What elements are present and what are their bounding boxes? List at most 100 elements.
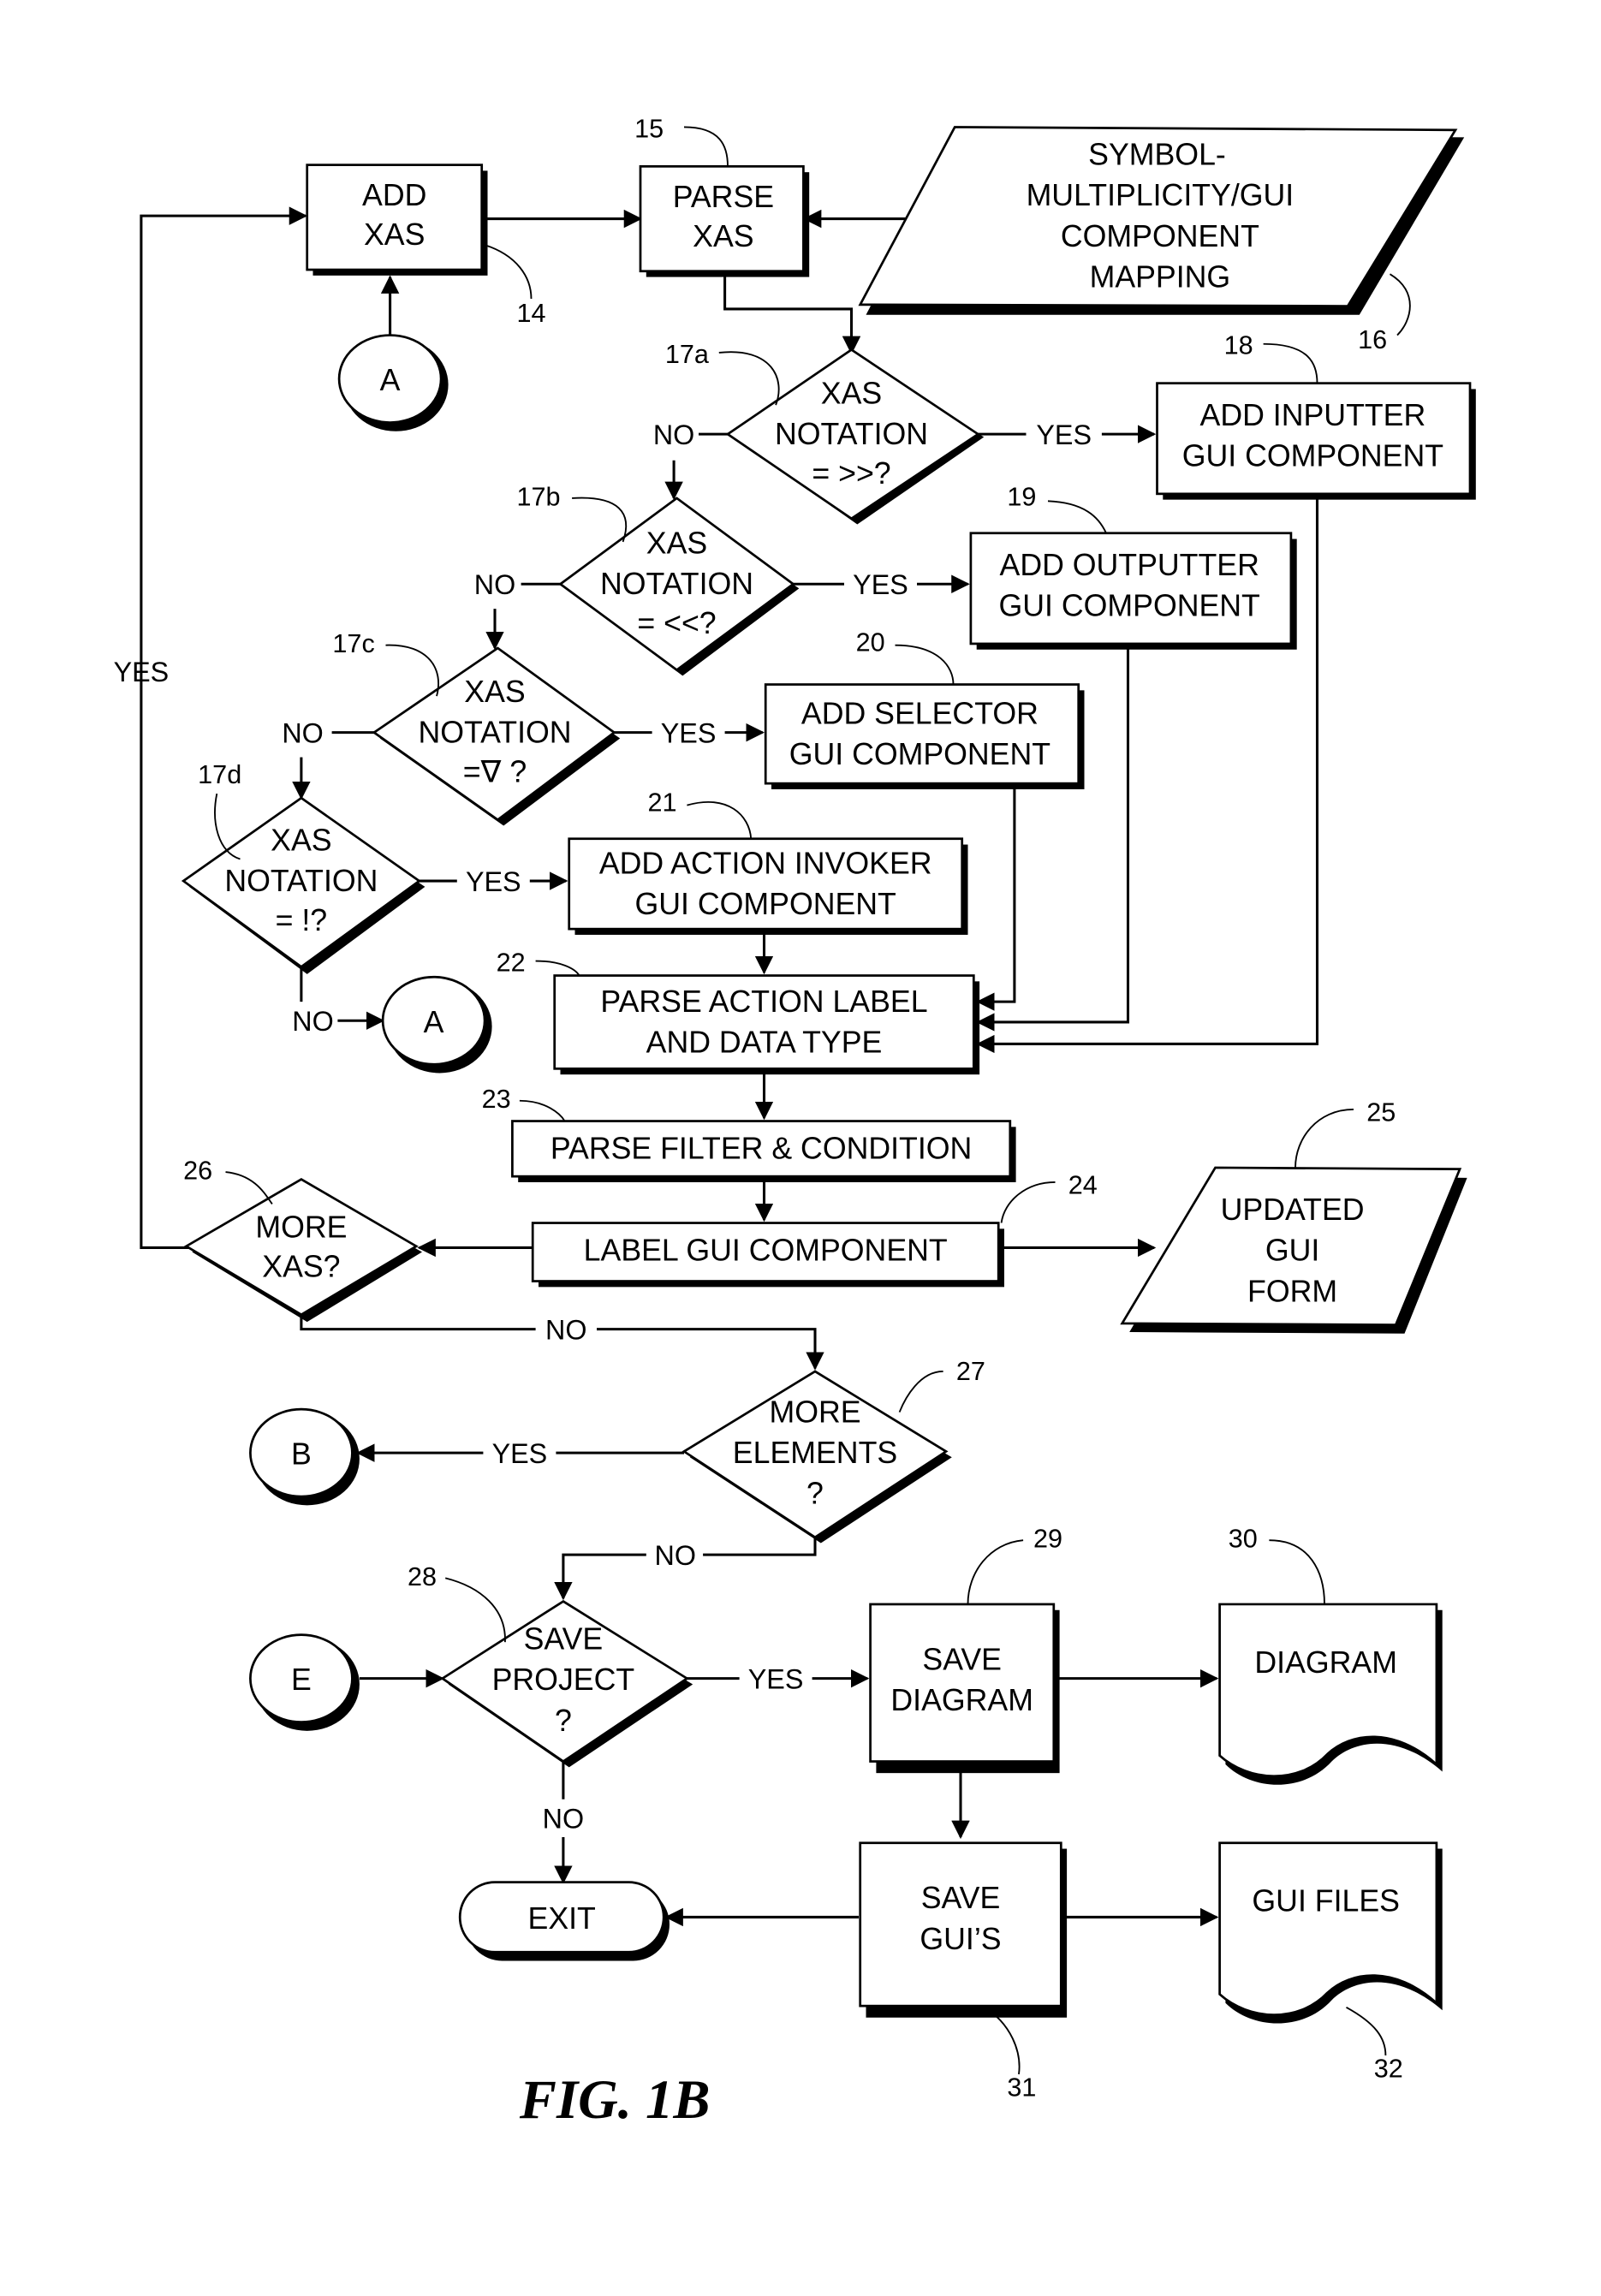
- ref-19: 19: [1007, 482, 1036, 511]
- label-17b-no: NO: [474, 569, 515, 600]
- parse-label-line-1: PARSE ACTION LABEL: [600, 984, 927, 1019]
- ref-28: 28: [408, 1562, 437, 1591]
- ref-22: 22: [497, 948, 526, 977]
- connector-e-label: E: [291, 1663, 312, 1697]
- flowchart: ADD XAS PARSE XAS SYMBOL- MULTIPLICITY/G…: [114, 114, 1476, 2130]
- updated-form-line-2: GUI: [1265, 1234, 1319, 1268]
- decision-save-project[interactable]: SAVE PROJECT ?: [440, 1599, 693, 1768]
- label-more-elements-no: NO: [655, 1540, 696, 1571]
- parse-xas-line-1: PARSE: [673, 180, 774, 214]
- process-parse-filter[interactable]: PARSE FILTER & CONDITION: [511, 1120, 1016, 1182]
- terminator-exit[interactable]: EXIT: [458, 1881, 670, 1961]
- ref-25: 25: [1366, 1098, 1396, 1127]
- dec-17a-line-3: = >>?: [812, 456, 890, 491]
- mapping-line-1: SYMBOL-: [1088, 138, 1226, 172]
- label-17d-yes: YES: [466, 866, 521, 897]
- decision-more-elements[interactable]: MORE ELEMENTS ?: [681, 1370, 952, 1544]
- connector-a-bottom[interactable]: A: [381, 975, 492, 1074]
- label-gui-label: LABEL GUI COMPONENT: [584, 1234, 948, 1268]
- save-guis-line-1: SAVE: [921, 1881, 1001, 1915]
- dec-17a-line-1: XAS: [821, 376, 882, 410]
- ref-20: 20: [856, 628, 885, 657]
- outputter-line-1: ADD OUTPUTTER: [1000, 548, 1259, 582]
- ref-24: 24: [1068, 1171, 1098, 1200]
- dec-17b-line-2: NOTATION: [600, 567, 753, 601]
- decision-17c[interactable]: XAS NOTATION =∇ ?: [372, 646, 621, 826]
- connector-b-label: B: [291, 1437, 312, 1472]
- process-add-action-invoker[interactable]: ADD ACTION INVOKER GUI COMPONENT: [568, 837, 968, 935]
- decision-17d[interactable]: XAS NOTATION = !?: [181, 796, 426, 974]
- process-add-selector[interactable]: ADD SELECTOR GUI COMPONENT: [764, 683, 1085, 789]
- selector-line-1: ADD SELECTOR: [801, 696, 1039, 730]
- decision-17b[interactable]: XAS NOTATION = <<?: [558, 497, 800, 676]
- ref-30: 30: [1229, 1525, 1258, 1554]
- ref-26: 26: [183, 1157, 212, 1186]
- ref-14: 14: [516, 299, 545, 328]
- label-more-elements-yes: YES: [492, 1438, 548, 1469]
- label-17c-yes: YES: [661, 718, 717, 749]
- edge-more-xas-yes-loop: [140, 206, 308, 1249]
- save-project-line-2: PROJECT: [492, 1663, 635, 1697]
- gui-files-label: GUI FILES: [1252, 1884, 1400, 1918]
- updated-form-line-3: FORM: [1247, 1274, 1337, 1308]
- process-save-diagram[interactable]: SAVE DIAGRAM: [869, 1603, 1060, 1774]
- dec-17b-line-3: = <<?: [637, 606, 716, 640]
- save-project-line-3: ?: [555, 1704, 572, 1738]
- process-add-outputter[interactable]: ADD OUTPUTTER GUI COMPONENT: [969, 532, 1297, 650]
- save-guis-line-2: GUI’S: [920, 1922, 1001, 1956]
- data-symbol-mapping[interactable]: SYMBOL- MULTIPLICITY/GUI COMPONENT MAPPI…: [858, 126, 1465, 315]
- more-xas-line-1: MORE: [255, 1210, 347, 1245]
- process-parse-action-label[interactable]: PARSE ACTION LABEL AND DATA TYPE: [553, 974, 980, 1075]
- connector-a-top-label: A: [380, 363, 401, 397]
- data-updated-gui-form[interactable]: UPDATED GUI FORM: [1120, 1166, 1467, 1334]
- decision-more-xas[interactable]: MORE XAS?: [183, 1177, 422, 1323]
- mapping-line-4: MAPPING: [1090, 259, 1231, 294]
- process-label-gui-component[interactable]: LABEL GUI COMPONENT: [531, 1222, 1004, 1288]
- connector-a-top[interactable]: A: [337, 334, 449, 431]
- add-xas-line-2: XAS: [364, 217, 425, 252]
- figure-caption: FIG. 1B: [519, 2068, 711, 2130]
- ref-27: 27: [956, 1357, 985, 1386]
- add-xas-line-1: ADD: [362, 178, 426, 212]
- label-save-project-no: NO: [543, 1804, 584, 1835]
- dec-17c-line-2: NOTATION: [418, 716, 571, 750]
- ref-16: 16: [1358, 325, 1387, 354]
- selector-line-2: GUI COMPONENT: [789, 737, 1050, 771]
- label-17d-no: NO: [292, 1006, 333, 1037]
- ref-23: 23: [482, 1085, 511, 1114]
- ref-17c: 17c: [332, 629, 374, 658]
- ref-17b: 17b: [516, 482, 560, 511]
- more-xas-line-2: XAS?: [262, 1249, 340, 1283]
- parse-label-line-2: AND DATA TYPE: [646, 1026, 883, 1060]
- document-diagram[interactable]: DIAGRAM: [1218, 1603, 1443, 1785]
- invoker-line-2: GUI COMPONENT: [635, 887, 896, 921]
- document-gui-files[interactable]: GUI FILES: [1218, 1841, 1443, 2024]
- dec-17c-line-1: XAS: [464, 675, 525, 709]
- inputter-line-1: ADD INPUTTER: [1200, 398, 1426, 432]
- process-add-inputter[interactable]: ADD INPUTTER GUI COMPONENT: [1156, 382, 1476, 500]
- connector-e[interactable]: E: [249, 1633, 360, 1731]
- more-elements-line-2: ELEMENTS: [733, 1436, 897, 1470]
- process-parse-xas[interactable]: PARSE XAS: [639, 164, 810, 277]
- exit-label: EXIT: [528, 1901, 596, 1936]
- dec-17a-line-2: NOTATION: [775, 417, 928, 451]
- process-save-guis[interactable]: SAVE GUI’S: [859, 1841, 1068, 2018]
- diagram-doc-label: DIAGRAM: [1254, 1645, 1397, 1680]
- inputter-line-2: GUI COMPONENT: [1182, 439, 1443, 473]
- label-more-xas-no: NO: [545, 1315, 586, 1346]
- dec-17d-line-2: NOTATION: [224, 864, 378, 898]
- ref-21: 21: [647, 788, 676, 817]
- edge-parse-to-17a: [723, 277, 861, 355]
- connector-b[interactable]: B: [249, 1407, 360, 1506]
- decision-17a[interactable]: XAS NOTATION = >>?: [725, 348, 985, 525]
- label-17a-no: NO: [653, 419, 694, 450]
- invoker-line-1: ADD ACTION INVOKER: [599, 847, 932, 881]
- ref-17a: 17a: [665, 340, 710, 369]
- outputter-line-2: GUI COMPONENT: [999, 589, 1260, 623]
- process-add-xas[interactable]: ADD XAS: [306, 164, 488, 276]
- ref-29: 29: [1033, 1525, 1062, 1554]
- label-17c-no: NO: [282, 718, 323, 749]
- label-yes-loop: YES: [114, 657, 170, 687]
- save-diagram-line-2: DIAGRAM: [890, 1683, 1033, 1717]
- dec-17d-line-1: XAS: [271, 823, 331, 857]
